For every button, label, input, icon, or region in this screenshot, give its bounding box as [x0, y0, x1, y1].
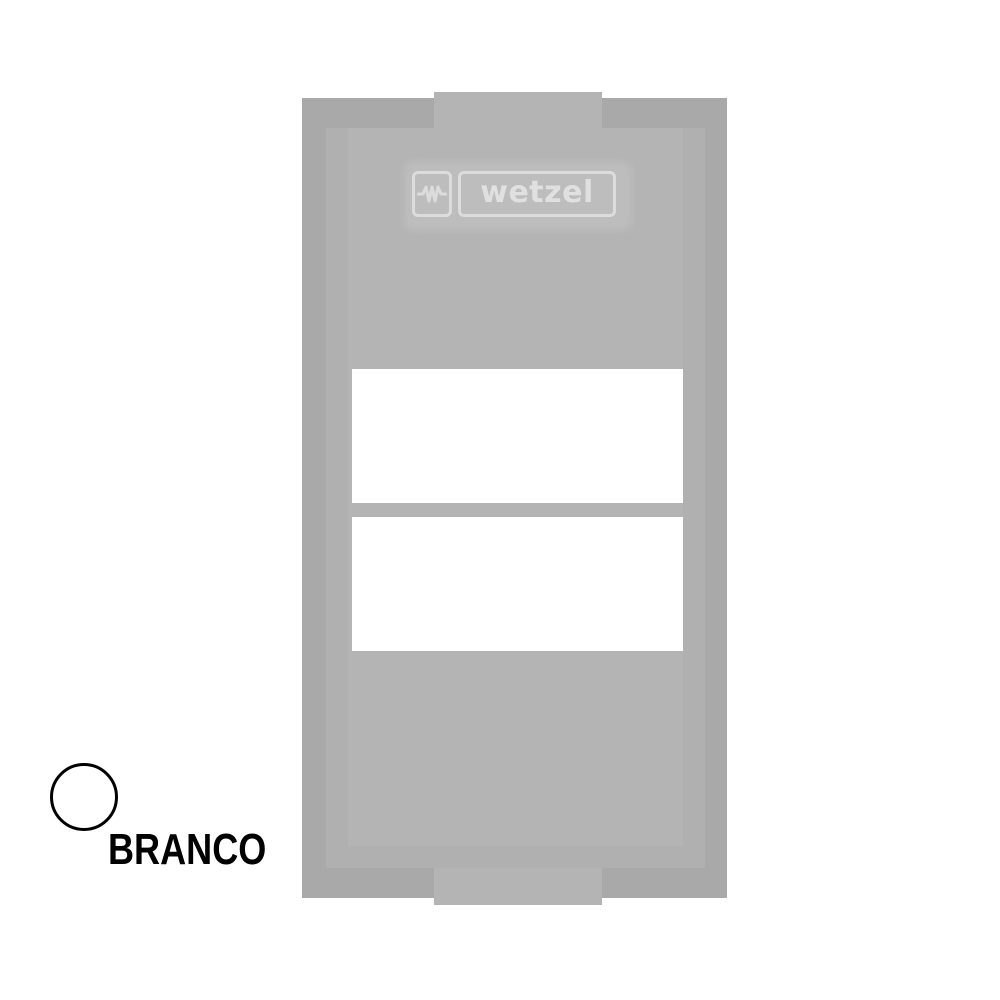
module-bottom-tab	[434, 865, 602, 905]
module-face-edge-bottom	[326, 846, 705, 868]
logo-wordmark: wetzel	[480, 175, 594, 210]
module-top-tab	[434, 92, 602, 132]
wetzel-wave-logo-icon	[412, 171, 452, 217]
color-swatch	[50, 763, 118, 831]
color-label: BRANCO	[108, 825, 267, 874]
logo-wordmark-box: wetzel	[458, 171, 616, 217]
keystone-opening-lower	[352, 517, 683, 651]
module-face-edge-right	[683, 128, 705, 868]
keystone-opening-upper	[352, 369, 683, 503]
module-face-edge-left	[326, 128, 348, 868]
brand-logo: wetzel	[412, 168, 624, 220]
product-image: wetzel BRANCO	[0, 0, 1000, 1000]
